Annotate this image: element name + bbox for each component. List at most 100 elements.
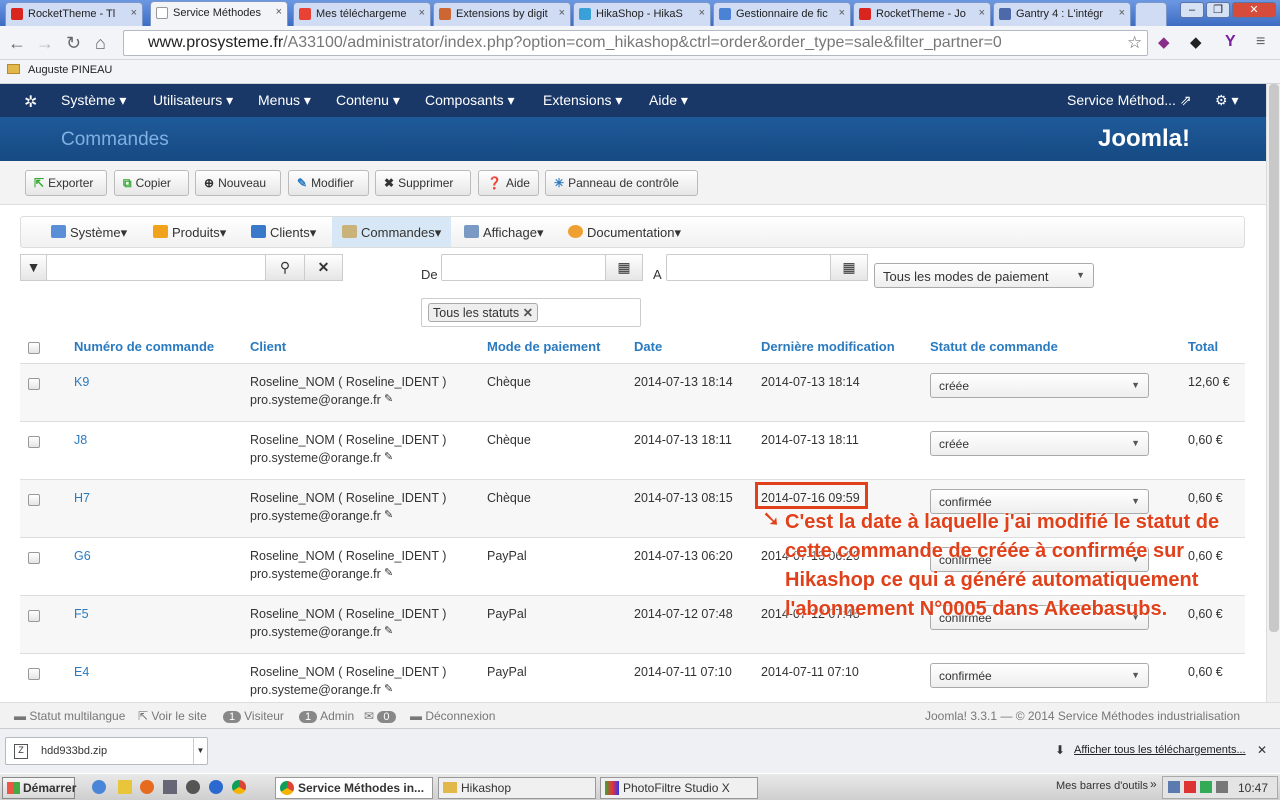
chrome-icon[interactable] xyxy=(232,780,246,794)
chevron-icon[interactable]: » xyxy=(1150,777,1157,791)
menu-display[interactable]: Affichage▾ xyxy=(454,217,554,247)
calendar-icon[interactable]: ▦ xyxy=(605,254,643,281)
copy-button[interactable]: ⧉ Copier xyxy=(114,170,189,196)
maximize-button[interactable]: ❐ xyxy=(1206,2,1230,18)
order-number-link[interactable]: H7 xyxy=(74,491,90,505)
search-button[interactable]: ⚲ xyxy=(265,254,305,281)
col-modified[interactable]: Dernière modification xyxy=(761,339,895,354)
browser-tab[interactable]: RocketTheme - Jo × xyxy=(853,2,991,26)
close-icon[interactable]: ✕ xyxy=(523,306,533,320)
reload-icon[interactable]: ↻ xyxy=(66,33,81,54)
joomla-menu-item[interactable]: Système ▾ xyxy=(61,92,126,109)
close-tab-icon[interactable]: × xyxy=(979,7,985,19)
close-tab-icon[interactable]: × xyxy=(699,7,705,19)
payment-method-select[interactable]: Tous les modes de paiement ▼ xyxy=(874,263,1094,288)
close-tab-icon[interactable]: × xyxy=(559,7,565,19)
extension-icon[interactable]: ◆ xyxy=(1158,33,1170,51)
new-button[interactable]: ⊕ Nouveau xyxy=(195,170,281,196)
to-date-input[interactable] xyxy=(666,254,831,281)
browser-tab[interactable]: Mes téléchargeme × xyxy=(293,2,431,26)
from-date-input[interactable] xyxy=(441,254,606,281)
status-tag[interactable]: Tous les statuts ✕ xyxy=(428,303,539,322)
close-icon[interactable]: ✕ xyxy=(1257,743,1267,757)
joomla-menu-item[interactable]: Contenu ▾ xyxy=(336,92,400,109)
start-button[interactable]: Démarrer xyxy=(2,777,76,799)
home-icon[interactable]: ⌂ xyxy=(95,33,106,54)
volume-icon[interactable] xyxy=(1216,781,1228,793)
forward-icon[interactable]: → xyxy=(36,33,54,54)
calendar-icon[interactable]: ▦ xyxy=(830,254,868,281)
search-input[interactable] xyxy=(46,254,266,281)
row-checkbox[interactable] xyxy=(28,494,40,506)
url-input[interactable]: www.prosysteme.fr/A33100/administrator/i… xyxy=(123,30,1148,56)
multilang-status[interactable]: ▬ Statut multilangue xyxy=(14,709,125,723)
scrollbar[interactable] xyxy=(1266,84,1280,702)
status-filter-input[interactable]: Tous les statuts ✕ xyxy=(421,298,641,327)
joomla-menu-item[interactable]: Extensions ▾ xyxy=(543,92,622,109)
quicklaunch-icon[interactable] xyxy=(92,780,106,794)
browser-tab[interactable]: Gantry 4 : L'intégr × xyxy=(993,2,1131,26)
col-date[interactable]: Date xyxy=(634,339,662,354)
col-payment[interactable]: Mode de paiement xyxy=(487,339,600,354)
filter-icon[interactable]: ▼ xyxy=(20,254,47,281)
table-row[interactable]: K9 Roseline_NOM ( Roseline_IDENT ) pro.sys… xyxy=(20,363,1245,421)
browser-tab[interactable]: RocketTheme - Tl × xyxy=(5,2,143,26)
edit-pencil-icon[interactable]: ✎ xyxy=(384,566,393,579)
joomla-menu-item[interactable]: Composants ▾ xyxy=(425,92,515,109)
settings-gear-icon[interactable]: ⚙ ▾ xyxy=(1215,92,1238,109)
tray-icon[interactable] xyxy=(1184,781,1196,793)
edit-pencil-icon[interactable]: ✎ xyxy=(384,392,393,405)
edit-pencil-icon[interactable]: ✎ xyxy=(384,508,393,521)
clear-search-button[interactable]: ✕ xyxy=(304,254,343,281)
quicklaunch-icon[interactable] xyxy=(186,780,200,794)
extension-icon[interactable]: ◆ xyxy=(1190,33,1202,51)
menu-products[interactable]: Produits▾ xyxy=(143,217,236,247)
tray-icon[interactable] xyxy=(1168,781,1180,793)
order-status-select[interactable]: confirmée ▼ xyxy=(930,663,1149,688)
yahoo-icon[interactable]: Y xyxy=(1225,33,1236,51)
order-number-link[interactable]: K9 xyxy=(74,375,89,389)
joomla-menu-item[interactable]: Aide ▾ xyxy=(649,92,688,109)
edit-pencil-icon[interactable]: ✎ xyxy=(384,682,393,695)
order-number-link[interactable]: G6 xyxy=(74,549,91,563)
order-status-select[interactable]: créée ▼ xyxy=(930,431,1149,456)
chevron-down-icon[interactable]: ▼ xyxy=(193,738,207,764)
row-checkbox[interactable] xyxy=(28,436,40,448)
close-tab-icon[interactable]: × xyxy=(131,7,137,19)
order-number-link[interactable]: J8 xyxy=(74,433,87,447)
menu-icon[interactable]: ≡ xyxy=(1256,33,1265,51)
minimize-button[interactable]: – xyxy=(1180,2,1204,18)
order-number-link[interactable]: F5 xyxy=(74,607,89,621)
scrollbar-thumb[interactable] xyxy=(1269,84,1279,632)
menu-orders[interactable]: Commandes▾ xyxy=(332,217,452,247)
browser-tab[interactable]: Gestionnaire de fic × xyxy=(713,2,851,26)
firefox-icon[interactable] xyxy=(140,780,154,794)
logout-link[interactable]: ▬ Déconnexion xyxy=(410,709,495,723)
control-panel-button[interactable]: ✳ Panneau de contrôle xyxy=(545,170,698,196)
help-button[interactable]: ❓ Aide xyxy=(478,170,539,196)
show-all-downloads-link[interactable]: Afficher tous les téléchargements... xyxy=(1074,744,1246,756)
task-chrome[interactable]: Service Méthodes in... xyxy=(275,777,433,799)
browser-tab[interactable]: HikaShop - HikaS × xyxy=(573,2,711,26)
quicklaunch-icon[interactable] xyxy=(118,780,132,794)
menu-documentation[interactable]: Documentation▾ xyxy=(558,217,691,247)
quicklaunch-icon[interactable] xyxy=(163,780,177,794)
delete-button[interactable]: ✖ Supprimer xyxy=(375,170,471,196)
messages-count[interactable]: ✉ 0 xyxy=(364,709,399,723)
site-link[interactable]: Service Méthod... ⇗ xyxy=(1067,92,1192,109)
close-tab-icon[interactable]: × xyxy=(419,7,425,19)
close-tab-icon[interactable]: × xyxy=(839,7,845,19)
close-tab-icon[interactable]: × xyxy=(1119,7,1125,19)
row-checkbox[interactable] xyxy=(28,378,40,390)
col-total[interactable]: Total xyxy=(1188,339,1218,354)
order-number-link[interactable]: E4 xyxy=(74,665,89,679)
bookmark-star-icon[interactable]: ☆ xyxy=(1127,33,1142,53)
task-explorer[interactable]: Hikashop xyxy=(438,777,596,799)
col-client[interactable]: Client xyxy=(250,339,286,354)
menu-system[interactable]: Système▾ xyxy=(41,217,137,247)
close-tab-icon[interactable]: × xyxy=(276,6,282,18)
export-button[interactable]: ⇱ Exporter xyxy=(25,170,107,196)
download-item[interactable]: Z hdd933bd.zip ▼ xyxy=(5,737,208,765)
table-row[interactable]: J8 Roseline_NOM ( Roseline_IDENT ) pro.sys… xyxy=(20,421,1245,479)
back-icon[interactable]: ← xyxy=(8,33,26,54)
